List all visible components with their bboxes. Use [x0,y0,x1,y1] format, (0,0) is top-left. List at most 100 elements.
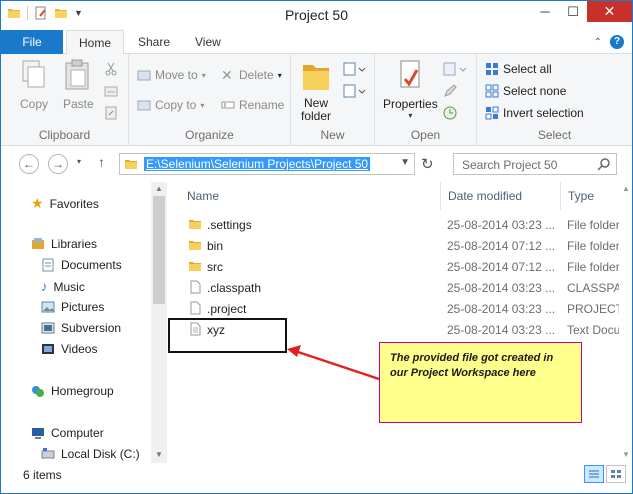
scrollbar-thumb[interactable] [153,196,165,304]
new-folder-button[interactable]: New folder [301,59,331,123]
close-button[interactable]: ✕ [587,1,632,22]
select-none-icon [485,84,499,98]
nav-pictures[interactable]: Pictures [41,300,104,314]
search-input[interactable]: Search Project 50 [462,158,557,172]
folder-icon [189,241,201,250]
file-name: .classpath [207,281,262,295]
nav-local-disk-label: Local Disk (C:) [61,447,140,461]
file-row[interactable]: .classpath 25-08-2014 03:23 ... CLASSPAT… [168,277,632,298]
recent-locations-button[interactable]: ▾ [77,157,81,166]
address-path[interactable]: E:\Selenium\Selenium Projects\Project 50 [144,157,371,171]
refresh-button[interactable]: ↻ [421,155,434,173]
ribbon: Copy Paste Clipboard Move to ▾ Copy to ▾ ✕ [1,54,632,146]
history-icon[interactable] [443,106,457,120]
tab-share[interactable]: Share [126,30,182,54]
view-buttons [584,465,626,483]
scroll-up-icon[interactable]: ▲ [155,184,163,193]
open-group-label: Open [410,128,441,142]
rename-button[interactable]: Rename [221,98,284,112]
nav-favorites-label: Favorites [49,196,99,211]
nav-homegroup[interactable]: Homegroup [31,384,114,398]
cut-icon[interactable] [104,62,118,76]
properties-button[interactable]: Properties ▾ [383,59,438,120]
invert-selection-button[interactable]: Invert selection [485,106,584,120]
new-item-icon[interactable] [343,62,365,76]
back-button[interactable]: ← [19,154,39,174]
file-list-scrollbar[interactable]: ▲ ▼ [619,182,632,463]
copy-to-button[interactable]: Copy to ▾ [137,98,204,112]
column-header-date[interactable]: Date modified [448,189,522,203]
tab-home[interactable]: Home [66,30,125,55]
column-divider[interactable] [440,182,441,210]
copy-button[interactable]: Copy [19,59,49,111]
file-name: .project [207,302,247,316]
paste-icon [65,59,89,90]
file-row[interactable]: .project 25-08-2014 03:23 ... PROJECT Fi [168,298,632,319]
new-group: New folder New [291,54,375,146]
select-all-icon [486,63,498,75]
paste-shortcut-icon[interactable] [104,106,118,120]
tab-file[interactable]: File [1,30,63,54]
tab-view[interactable]: View [183,30,233,54]
copy-to-label: Copy to [155,98,197,112]
window-controls: ─ ☐ ✕ [531,1,632,22]
file-row[interactable]: .settings 25-08-2014 03:23 ... File fold… [168,214,632,235]
file-row[interactable]: src 25-08-2014 07:12 ... File folder [168,256,632,277]
file-row[interactable]: bin 25-08-2014 07:12 ... File folder [168,235,632,256]
copy-path-icon[interactable] [104,84,118,98]
details-view-button[interactable] [584,465,604,483]
edit-icon[interactable] [443,84,457,98]
open-icon[interactable] [443,62,467,76]
delete-button[interactable]: ✕ Delete ▾ [221,68,282,82]
address-field[interactable]: E:\Selenium\Selenium Projects\Project 50… [119,153,415,175]
search-box[interactable]: Search Project 50 [453,153,617,175]
select-none-button[interactable]: Select none [485,84,566,98]
item-count: 6 items [23,468,62,482]
nav-local-disk[interactable]: Local Disk (C:) [41,447,140,461]
easy-access-icon[interactable] [343,84,365,98]
column-header-type[interactable]: Type [568,189,594,203]
minimize-button[interactable]: ─ [531,1,559,22]
nav-favorites[interactable]: ★ Favorites [31,195,99,212]
move-to-button[interactable]: Move to ▾ [137,68,206,82]
column-divider[interactable] [560,182,561,210]
new-folder-icon [303,65,330,90]
nav-subversion-label: Subversion [61,321,122,335]
column-header-name[interactable]: Name [187,189,219,203]
libraries-icon [32,238,44,249]
forward-button[interactable]: → [48,154,68,174]
nav-music[interactable]: ♪ Music [41,279,85,294]
new-group-label: New [320,128,345,142]
nav-libraries[interactable]: Libraries [31,237,97,251]
help-icon[interactable]: ? [610,35,624,49]
paste-button[interactable]: Paste [63,59,94,111]
file-icon [190,280,201,294]
nav-documents-label: Documents [61,258,122,272]
folder-icon [125,160,137,169]
nav-libraries-label: Libraries [51,237,98,251]
up-button[interactable]: ↑ [98,154,105,170]
maximize-button[interactable]: ☐ [559,1,587,22]
search-icon[interactable] [597,157,611,171]
nav-documents[interactable]: Documents [41,258,122,272]
nav-videos[interactable]: Videos [41,342,97,356]
arrow-left-icon: ← [23,157,35,171]
annotation-callout: The provided file got created in our Pro… [379,342,582,423]
chevron-down-icon[interactable]: ▼ [400,157,410,168]
delete-label: Delete [239,68,274,82]
scroll-down-icon[interactable]: ▼ [155,450,163,459]
subversion-icon [41,322,55,334]
file-date: 25-08-2014 03:23 ... [447,218,556,232]
nav-computer[interactable]: Computer [31,426,104,440]
folder-icon [189,262,201,271]
nav-subversion[interactable]: Subversion [41,321,121,335]
large-icons-view-button[interactable] [606,465,626,483]
clipboard-group-label: Clipboard [38,128,91,142]
select-all-button[interactable]: Select all [485,62,552,76]
nav-music-label: Music [53,279,85,294]
explorer-window: ▼ Project 50 ─ ☐ ✕ File Home Share View … [0,0,633,494]
scroll-down-icon[interactable]: ▼ [622,450,630,459]
nav-scrollbar[interactable]: ▲ ▼ [151,182,167,463]
scroll-up-icon[interactable]: ▲ [622,184,630,193]
chevron-up-icon[interactable]: ⌃ [594,37,602,48]
